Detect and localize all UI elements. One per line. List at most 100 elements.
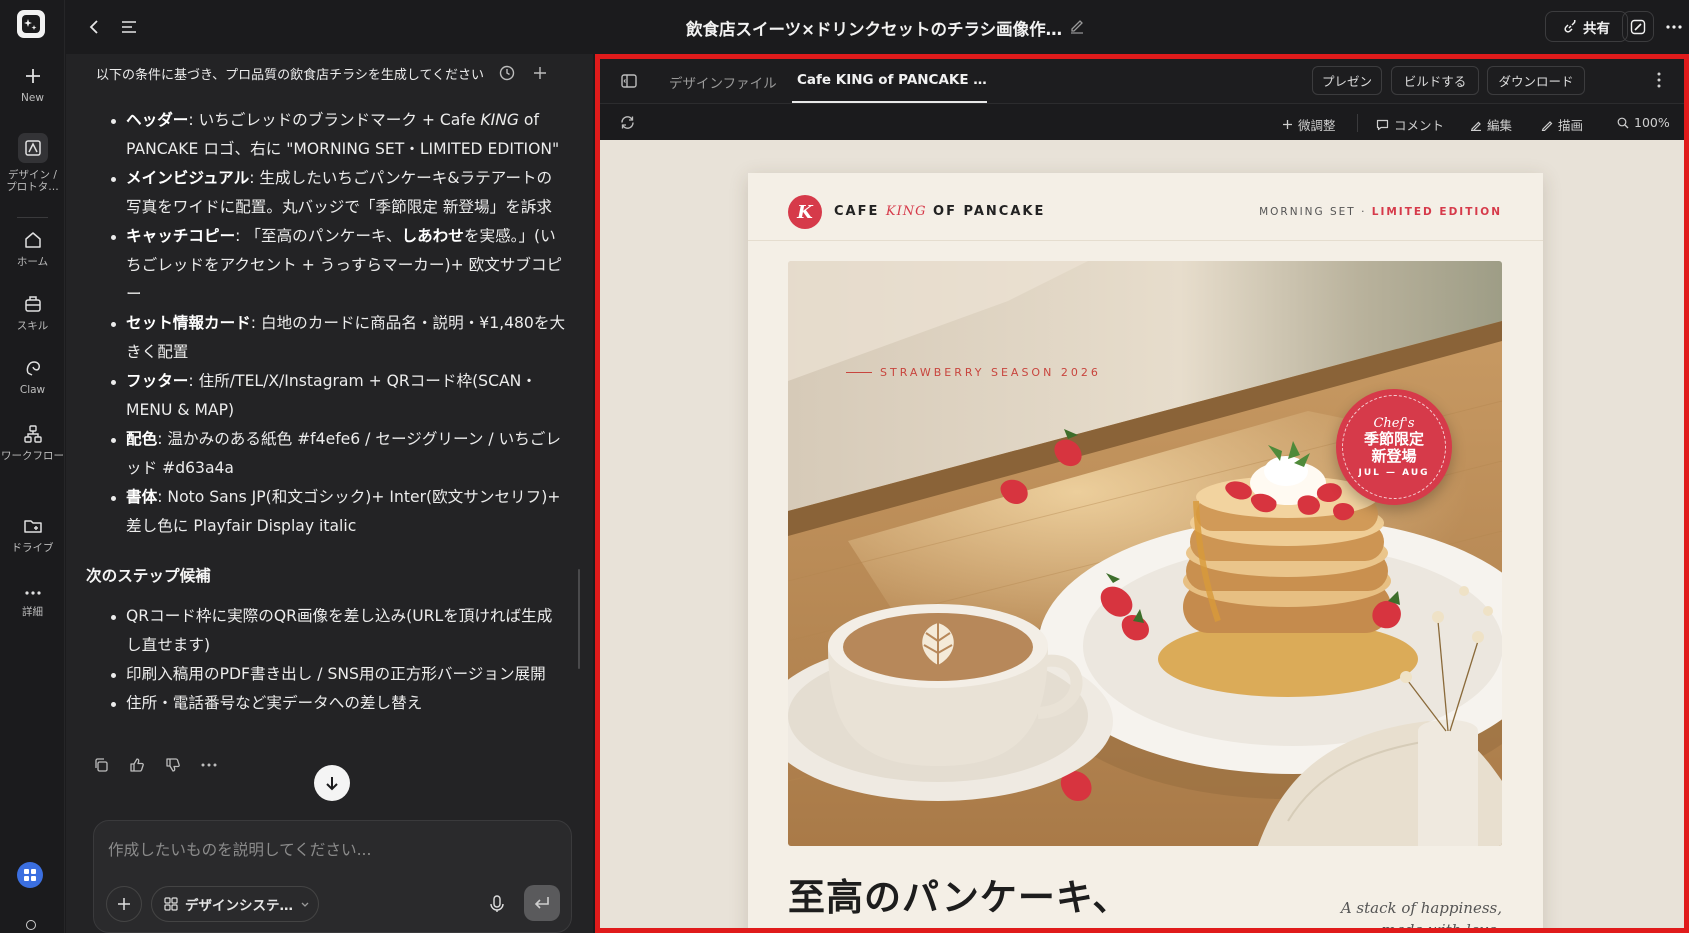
active-tab-indicator [792,101,987,103]
microphone-button[interactable] [484,891,510,917]
microphone-icon [490,895,504,912]
plus-icon [534,67,546,79]
item-text: : 「至高のパンケーキ、 [235,227,402,245]
tab-design-file[interactable]: デザインファイル [669,72,777,92]
more-dots-icon [1666,24,1682,29]
rail-new[interactable]: New [0,66,65,104]
copy-icon [95,758,108,772]
rail-skill[interactable]: スキル [0,294,65,332]
rail-label: ホーム [16,256,49,268]
main-visual-photo [788,261,1502,846]
list-item: メインビジュアル: 生成したいちごパンケーキ&ラテアートの写真をワイドに配置。丸… [111,164,567,222]
tab-cafe-flyer[interactable]: Cafe KING of PANCAKE … [797,72,987,88]
like-button[interactable] [124,752,150,778]
item-key: セット情報カード [126,314,251,332]
item-key: キャッチコピー [126,227,236,245]
requirements-list: ヘッダー: いちごレッドのブランドマーク + Cafe KING of PANC… [111,106,567,541]
refresh-button[interactable] [619,114,636,131]
english-subcopy: A stack of happiness, made with love. [1341,897,1502,928]
send-button[interactable] [524,885,560,921]
brand-word: CAFE [834,204,880,219]
list-item: ヘッダー: いちごレッドのブランドマーク + Cafe KING of PANC… [111,106,567,164]
rail-home[interactable]: ホーム [0,230,65,268]
set-name: MORNING SET [1259,206,1356,218]
set-separator: · [1361,206,1367,218]
thumbs-down-icon [166,758,180,772]
message-more-button[interactable] [196,752,222,778]
preview-panel: デザインファイル Cafe KING of PANCAKE … プレゼン ビルド… [595,54,1689,933]
user-avatar[interactable] [17,862,43,888]
badge-dashed-ring [1342,395,1446,499]
comment-tool[interactable]: コメント [1376,115,1444,134]
rail-more[interactable]: 詳細 [0,586,65,618]
toolbar-divider [1357,114,1358,132]
pancake-latte-illustration [788,261,1502,846]
scroll-down-button[interactable] [314,765,350,801]
list-item: キャッチコピー: 「至高のパンケーキ、しあわせを実感。」(いちごレッドをアクセン… [111,222,567,309]
design-icon-bg [17,133,48,163]
tool-label: コメント [1394,118,1445,133]
menu-toggle-button[interactable] [116,14,142,40]
vertical-dots-icon [1657,72,1661,88]
plus-icon [1283,120,1292,129]
draw-tool[interactable]: 描画 [1541,115,1583,134]
edit-tool[interactable]: 編集 [1470,115,1512,134]
add-prompt-button[interactable] [531,64,549,82]
copy-button[interactable] [88,752,114,778]
history-button[interactable] [498,64,516,82]
title-edit-button[interactable] [1068,16,1088,36]
zoom-control[interactable]: 100% [1617,115,1670,130]
download-button[interactable]: ダウンロード [1487,66,1585,95]
preview-more-button[interactable] [1656,71,1676,91]
comment-icon [1376,119,1389,130]
new-edit-button[interactable] [1622,11,1654,42]
item-emphasis: KING [480,111,519,129]
rail-divider [17,217,48,218]
panel-toggle-button[interactable] [620,72,638,90]
item-key: ヘッダー [126,111,189,129]
share-button[interactable]: 共有 [1545,11,1628,42]
thumbs-up-icon [130,758,144,772]
list-item: 配色: 温かみのある紙色 #f4efe6 / セージグリーン / いちごレッド … [111,425,567,483]
item-text: : 住所/TEL/X/Instagram + QRコード枠(SCAN・MENU … [126,372,537,419]
more-options-button[interactable] [1659,11,1689,42]
app-logo[interactable] [17,10,45,38]
rail-workflow[interactable]: ワークフロー [0,424,65,462]
brand-mark: K [788,195,822,229]
season-rule [846,372,872,373]
edition-label: MORNING SET · LIMITED EDITION [1259,206,1502,218]
clock-icon [499,65,515,81]
more-dots-icon [24,591,41,595]
chevron-left-icon [89,20,98,34]
rail-claw[interactable]: Claw [0,358,65,396]
flyer-canvas[interactable]: K CAFE KING OF PANCAKE MORNING SET · LIM… [748,173,1543,928]
pen-icon [1541,120,1553,131]
brand-logo-text: CAFE KING OF PANCAKE [834,204,1045,219]
rail-label: ドライブ [11,542,54,554]
present-button[interactable]: プレゼン [1312,66,1382,95]
design-system-label: デザインシステ… [185,898,293,914]
build-button[interactable]: ビルドする [1391,66,1479,95]
rail-label: スキル [16,320,49,332]
prompt-input[interactable]: 作成したいものを説明してください... [108,838,371,860]
tool-label: 微調整 [1298,118,1336,133]
rail-design[interactable]: デザイン / プロトタ… [0,133,65,193]
document-title[interactable]: 飲食店スイーツ×ドリンクセットのチラシ画像作… [686,16,1062,40]
tool-label: 描画 [1558,118,1584,133]
set-edition: LIMITED EDITION [1371,206,1502,218]
item-key: メインビジュアル [126,169,250,187]
avatar-grid-icon [24,869,36,881]
attach-button[interactable] [106,886,142,922]
chat-scrollbar[interactable] [578,569,580,669]
sparkle-logo-icon [22,15,40,33]
arrow-down-icon [326,777,338,791]
tweak-tool[interactable]: 微調整 [1282,115,1336,134]
dislike-button[interactable] [160,752,186,778]
rail-drive[interactable]: ドライブ [0,516,65,554]
item-key: 書体 [126,488,158,506]
design-system-selector[interactable]: デザインシステ… [151,886,319,922]
season-text: STRAWBERRY SEASON 2026 [880,366,1101,379]
design-icon [24,140,41,156]
back-button[interactable] [82,14,108,40]
workflow-icon [23,425,42,443]
